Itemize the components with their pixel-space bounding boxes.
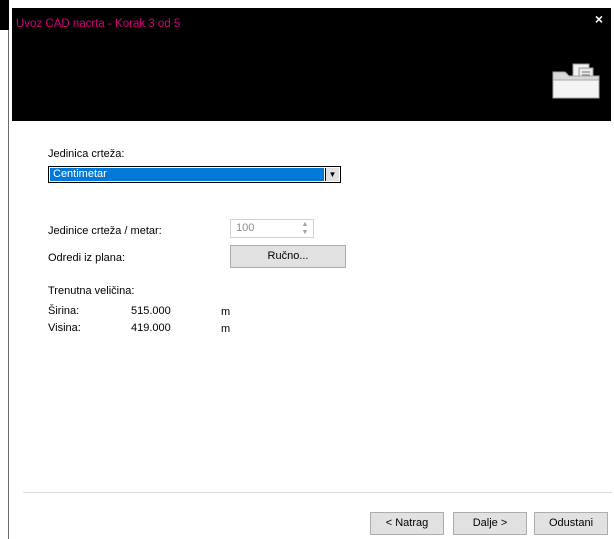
height-value: 419.000 (131, 322, 171, 334)
height-label: Visina: (48, 322, 81, 334)
window-title: Uvoz CAD nacrta - Korak 3 od 5 (16, 18, 181, 30)
back-button[interactable]: < Natrag (370, 512, 444, 535)
wizard-header: Uvoz CAD nacrta - Korak 3 od 5 × (12, 8, 611, 121)
units-selected-value: Centimetar (50, 168, 324, 181)
current-size-label: Trenutna veličina: (48, 285, 135, 297)
determine-from-plan-label: Odredi iz plana: (48, 252, 126, 264)
spin-down-icon[interactable]: ▼ (299, 229, 311, 237)
folder-icon (552, 63, 600, 99)
units-label: Jedinica crteža: (48, 148, 125, 160)
window-edge-line (8, 30, 9, 539)
spin-up-icon[interactable]: ▲ (299, 221, 311, 229)
units-per-meter-label: Jedinice crteža / metar: (48, 225, 162, 237)
units-per-meter-spinner[interactable]: 100 ▲ ▼ (230, 219, 314, 238)
width-label: Širina: (48, 305, 80, 317)
units-per-meter-value: 100 (236, 222, 255, 234)
close-icon[interactable]: × (595, 11, 603, 27)
width-unit: m (221, 306, 231, 318)
manual-button[interactable]: Ručno... (230, 245, 346, 268)
height-unit: m (221, 323, 231, 335)
cancel-button[interactable]: Odustani (534, 512, 608, 535)
chevron-down-icon[interactable]: ▼ (325, 168, 339, 181)
footer-separator (23, 492, 612, 493)
units-select[interactable]: Centimetar ▼ (48, 166, 341, 183)
next-button[interactable]: Dalje > (453, 512, 527, 535)
width-value: 515.000 (131, 305, 171, 317)
window-edge (0, 0, 9, 30)
